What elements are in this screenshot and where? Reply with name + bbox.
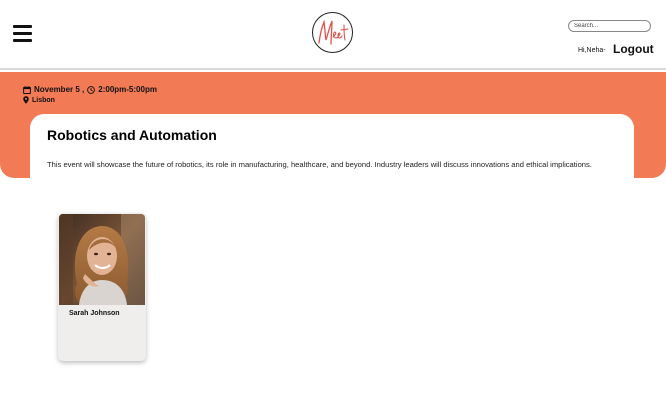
logo-script-icon bbox=[318, 19, 349, 45]
user-greeting: Hi,Neha- bbox=[578, 47, 606, 54]
speaker-card[interactable]: Sarah Johnson bbox=[58, 213, 146, 361]
logout-button[interactable]: Logout bbox=[613, 42, 654, 56]
top-header: Hi,Neha- Logout bbox=[0, 0, 666, 70]
speaker-photo bbox=[59, 214, 145, 305]
meet-logo[interactable] bbox=[312, 12, 353, 53]
event-time: 2:00pm-5:00pm bbox=[98, 85, 157, 94]
map-pin-icon bbox=[23, 96, 29, 104]
clock-icon bbox=[87, 85, 96, 94]
event-date: November 5 , bbox=[34, 85, 85, 94]
event-location: Lisbon bbox=[23, 96, 55, 104]
search-input[interactable] bbox=[568, 20, 651, 32]
event-description: This event will showcase the future of r… bbox=[47, 160, 592, 169]
event-details-card: Robotics and Automation This event will … bbox=[30, 114, 634, 184]
hamburger-menu-icon[interactable] bbox=[13, 25, 32, 42]
event-title: Robotics and Automation bbox=[47, 127, 217, 143]
event-datetime: November 5 , 2:00pm-5:00pm bbox=[23, 85, 157, 94]
event-location-text: Lisbon bbox=[32, 96, 55, 104]
calendar-icon bbox=[23, 85, 31, 94]
speaker-portrait-image bbox=[59, 214, 145, 305]
speaker-name: Sarah Johnson bbox=[69, 310, 120, 317]
